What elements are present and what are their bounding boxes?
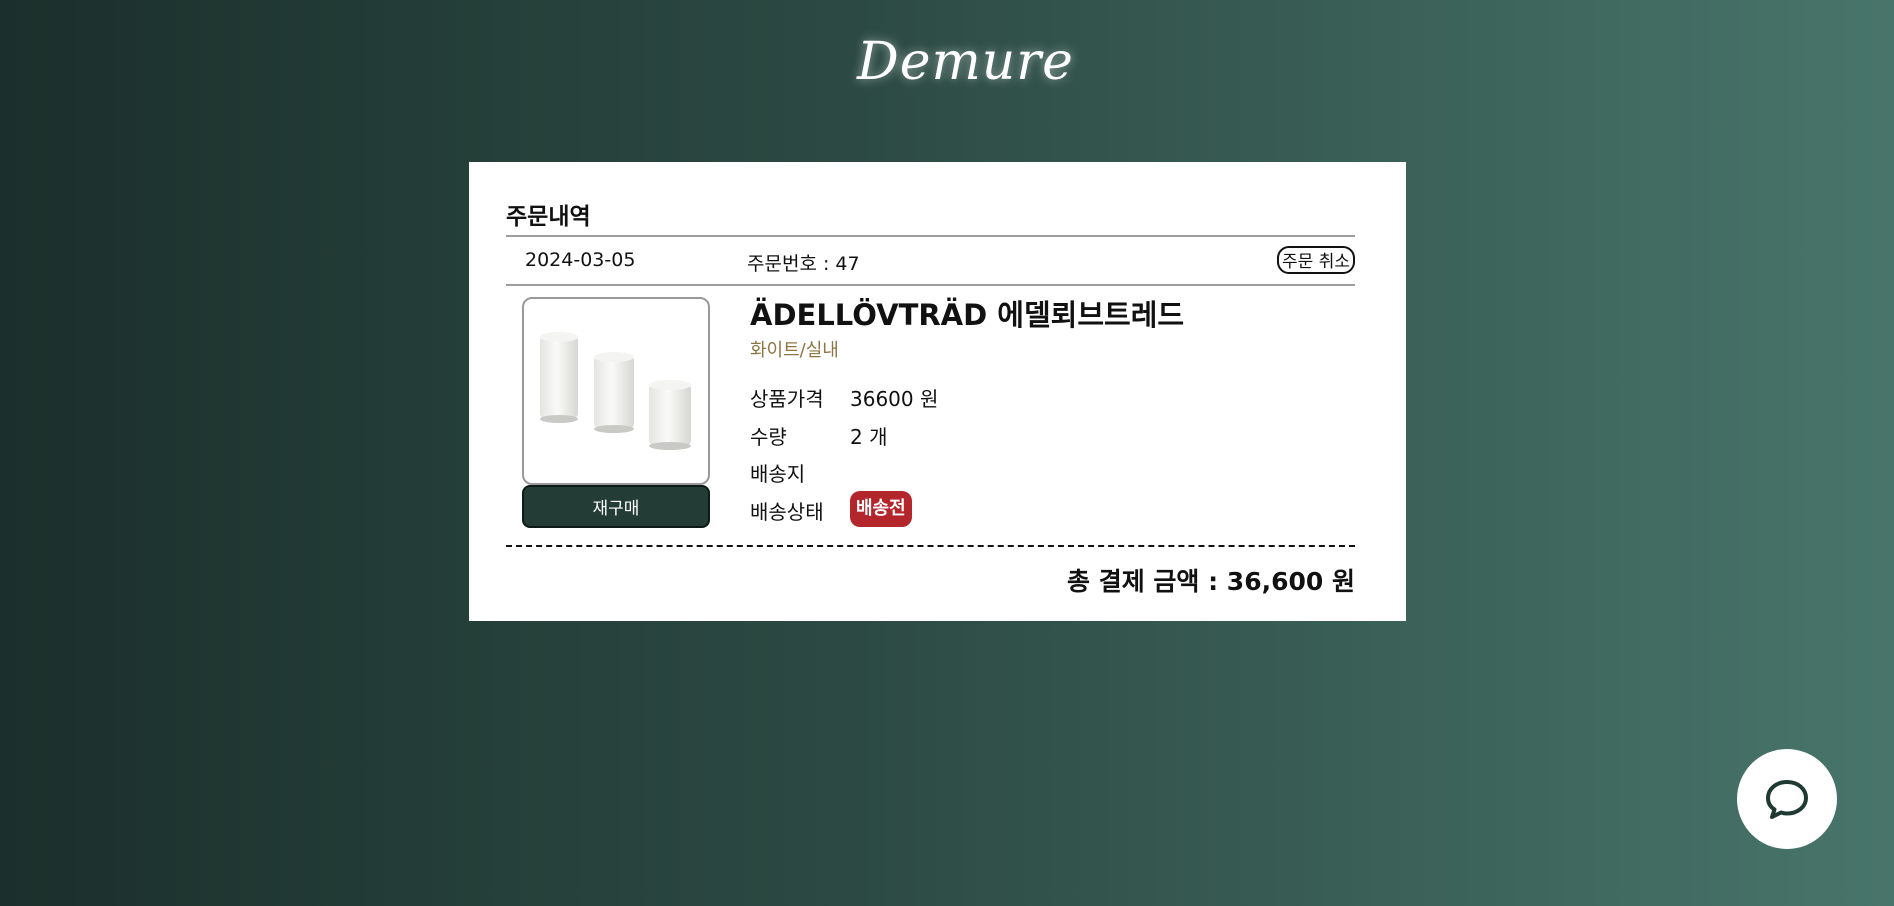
logo[interactable]: Demure — [857, 22, 1073, 102]
chat-bubble-icon — [1766, 780, 1808, 819]
divider — [506, 545, 1355, 547]
order-date: 2024-03-05 — [525, 249, 636, 271]
white-candles-image — [540, 332, 691, 450]
total-amount: 총 결제 금액 : 36,600 원 — [1067, 567, 1355, 596]
order-history-card: 주문내역 2024-03-05 주문번호 : 47 주문 취소 재구매 ÄDEL… — [469, 162, 1406, 621]
cancel-order-button[interactable]: 주문 취소 — [1277, 246, 1355, 274]
order-number: 주문번호 : 47 — [747, 253, 860, 275]
status-badge: 배송전 — [850, 491, 912, 527]
price-value: 36600 원 — [850, 387, 939, 411]
quantity-label: 수량 — [750, 425, 787, 449]
address-label: 배송지 — [750, 462, 806, 486]
order-header-row: 2024-03-05 주문번호 : 47 주문 취소 — [506, 235, 1355, 286]
rebuy-button[interactable]: 재구매 — [522, 485, 710, 528]
product-name[interactable]: ÄDELLÖVTRÄD 에델뢰브트레드 — [750, 292, 1184, 334]
quantity-value: 2 개 — [850, 425, 888, 449]
price-label: 상품가격 — [750, 387, 824, 411]
status-label: 배송상태 — [750, 500, 824, 524]
chat-button[interactable] — [1737, 749, 1837, 849]
product-image[interactable] — [522, 297, 710, 485]
product-option: 화이트/실내 — [750, 340, 839, 361]
page-title: 주문내역 — [506, 204, 591, 230]
